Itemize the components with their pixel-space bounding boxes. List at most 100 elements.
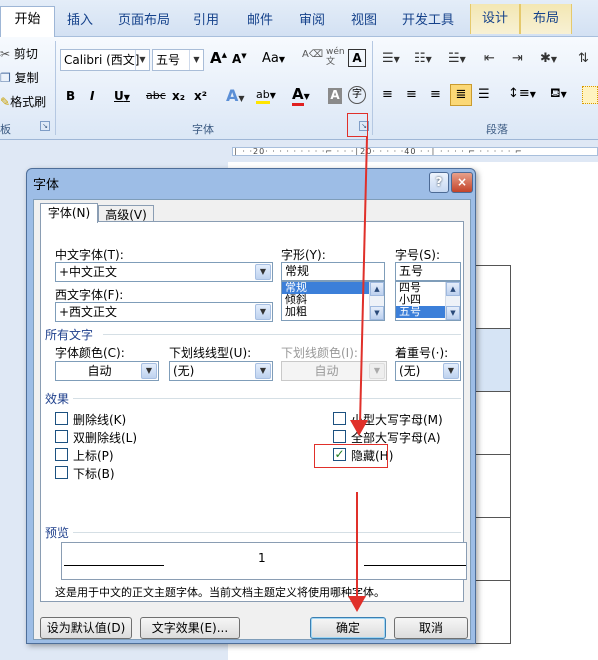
double-strikethrough-checkbox[interactable]: [55, 430, 68, 443]
font-name-combo[interactable]: Calibri (西文] ▼: [60, 49, 150, 71]
distributed-button[interactable]: ☰: [478, 87, 490, 102]
highlight-button[interactable]: ab▼: [256, 87, 276, 104]
paragraph-group-label: 段落: [486, 123, 508, 136]
emphasis-select[interactable]: (无) ▼: [395, 361, 461, 381]
tab-font[interactable]: 字体(N): [40, 203, 98, 223]
scroll-up-icon[interactable]: ▲: [370, 282, 384, 296]
close-button[interactable]: ×: [451, 172, 473, 193]
font-size-combo[interactable]: 五号 ▼: [152, 49, 204, 71]
style-input[interactable]: 常规: [281, 262, 385, 281]
dropdown-arrow-icon[interactable]: ▼: [189, 50, 203, 70]
size-input[interactable]: 五号: [395, 262, 461, 281]
scroll-down-icon[interactable]: ▼: [370, 306, 384, 320]
superscript-checkbox[interactable]: [55, 448, 68, 461]
shading-button[interactable]: ⛾▼: [550, 86, 567, 103]
subscript-button[interactable]: x₂: [172, 89, 185, 103]
copy-button[interactable]: ❐ 复制: [0, 69, 39, 86]
chevron-down-icon[interactable]: ▼: [255, 264, 271, 280]
align-right-button[interactable]: ≡: [430, 87, 441, 102]
chevron-down-icon[interactable]: ▼: [255, 304, 271, 320]
borders-button[interactable]: [582, 86, 598, 104]
horizontal-ruler[interactable]: │ · ·20· · · · · · · · ·⌐ · · ·│20· · · …: [232, 147, 598, 156]
tab-mailings[interactable]: 邮件: [240, 10, 280, 32]
scrollbar[interactable]: ▲ ▼: [369, 282, 384, 320]
scrollbar[interactable]: ▲ ▼: [445, 282, 460, 320]
all-caps-checkbox[interactable]: [333, 430, 346, 443]
chinese-font-value: +中文正文: [59, 265, 118, 279]
numbering-button[interactable]: ☷▼: [414, 51, 432, 66]
chinese-font-select[interactable]: +中文正文 ▼: [55, 262, 273, 282]
phonetic-guide-button[interactable]: wén 文: [326, 47, 345, 67]
sort-button[interactable]: ⇅: [578, 51, 589, 66]
format-painter-button[interactable]: ✎格式刷: [0, 93, 46, 110]
tab-developer[interactable]: 开发工具: [396, 10, 460, 32]
size-listbox[interactable]: 四号 小四 五号 ▲ ▼: [395, 281, 461, 321]
enclose-character-button[interactable]: 字: [348, 86, 366, 104]
set-default-button[interactable]: 设为默认值(D): [40, 617, 132, 639]
tab-table-design[interactable]: 设计: [470, 4, 520, 34]
underline-icon: U: [114, 89, 124, 103]
tab-insert[interactable]: 插入: [60, 10, 100, 32]
multilevel-list-icon: ☱: [448, 51, 460, 66]
justify-icon: ≣: [455, 87, 467, 102]
bold-button[interactable]: B: [66, 89, 75, 103]
tab-review[interactable]: 审阅: [292, 10, 332, 32]
shaded-a-icon: A: [330, 88, 340, 102]
superscript-button[interactable]: x²: [194, 89, 207, 103]
italic-button[interactable]: I: [90, 89, 94, 103]
bullets-button[interactable]: ☰▼: [382, 51, 400, 66]
strikethrough-checkbox[interactable]: [55, 412, 68, 425]
shrink-font-button[interactable]: A▼: [232, 52, 247, 66]
small-caps-checkbox[interactable]: [333, 412, 346, 425]
copy-label: 复制: [14, 71, 39, 85]
multilevel-list-button[interactable]: ☱▼: [448, 51, 466, 66]
cancel-button[interactable]: 取消: [394, 617, 468, 639]
align-left-button[interactable]: ≡: [382, 87, 393, 102]
tab-table-layout[interactable]: 布局: [520, 4, 572, 34]
subscript-checkbox[interactable]: [55, 466, 68, 479]
section-divider: [73, 532, 461, 533]
western-font-select[interactable]: +西文正文 ▼: [55, 302, 273, 322]
tab-view[interactable]: 视图: [344, 10, 384, 32]
character-border-button[interactable]: A: [348, 49, 366, 67]
double-strikethrough-label: 双删除线(L): [73, 431, 138, 445]
chevron-down-icon[interactable]: ▼: [255, 363, 271, 379]
scroll-up-icon[interactable]: ▲: [446, 282, 460, 296]
decrease-indent-button[interactable]: ⇤: [484, 51, 495, 66]
grow-font-button[interactable]: A▲: [210, 49, 227, 67]
underline-button[interactable]: U▼: [114, 89, 130, 103]
text-effects-dialog-button[interactable]: 文字效果(E)...: [140, 617, 240, 639]
character-shading-button[interactable]: A: [328, 88, 342, 104]
justify-button[interactable]: ≣: [450, 84, 472, 106]
font-color-select[interactable]: 自动 ▼: [55, 361, 159, 381]
scroll-down-icon[interactable]: ▼: [446, 306, 460, 320]
chinese-font-label: 中文字体(T):: [55, 248, 124, 262]
tab-references[interactable]: 引用: [186, 10, 226, 32]
clear-format-button[interactable]: A⌫: [302, 49, 323, 60]
style-listbox[interactable]: 常规 倾斜 加粗 ▲ ▼: [281, 281, 385, 321]
clipboard-launcher-icon[interactable]: ↘: [40, 121, 50, 131]
close-icon: ×: [456, 175, 468, 189]
line-spacing-button[interactable]: ↕≡▼: [508, 86, 536, 101]
tab-home[interactable]: 开始: [0, 6, 55, 37]
grow-font-icon: A: [210, 49, 222, 67]
underline-color-select: 自动 ▼: [281, 361, 387, 381]
ok-button[interactable]: 确定: [310, 617, 386, 639]
cut-button[interactable]: ✂ 剪切: [0, 45, 38, 62]
help-button[interactable]: ?: [429, 172, 449, 193]
underline-type-select[interactable]: (无) ▼: [169, 361, 273, 381]
strikethrough-button[interactable]: abc: [146, 89, 166, 102]
dropdown-arrow-icon[interactable]: ▼: [135, 50, 149, 70]
western-font-value: +西文正文: [59, 305, 118, 319]
align-center-button[interactable]: ≡: [406, 87, 417, 102]
chevron-down-icon[interactable]: ▼: [141, 363, 157, 379]
change-case-button[interactable]: Aa▼: [262, 51, 285, 66]
chevron-down-icon[interactable]: ▼: [443, 363, 459, 379]
font-color-button[interactable]: A▼: [292, 85, 310, 106]
chinese-layout-button[interactable]: ✱▼: [540, 51, 557, 66]
text-effects-button[interactable]: A▼: [226, 86, 245, 105]
increase-indent-button[interactable]: ⇥: [512, 51, 523, 66]
text-effects-icon: A: [226, 86, 239, 105]
sort-icon: ⇅: [578, 51, 589, 66]
tab-page-layout[interactable]: 页面布局: [112, 10, 176, 32]
